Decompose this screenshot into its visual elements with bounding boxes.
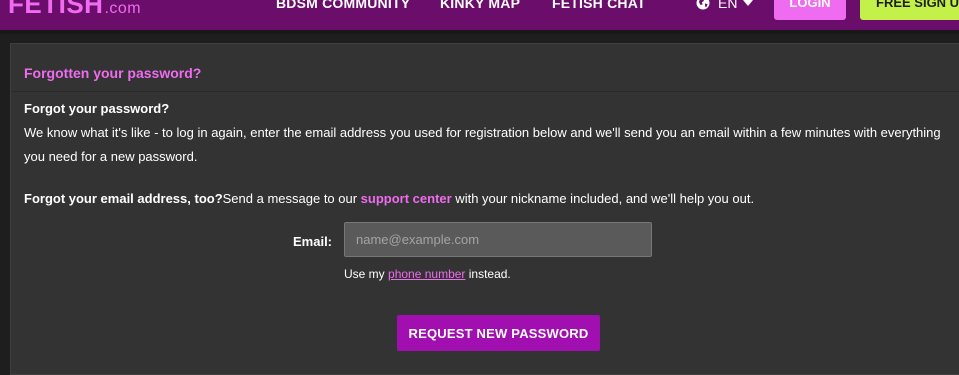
nav-bdsm-community[interactable]: BDSM COMMUNITY	[276, 0, 410, 12]
phone-alternative-line: Use my phone number instead.	[344, 266, 511, 282]
title-divider	[11, 91, 959, 92]
phone-before-text: Use my	[344, 267, 389, 281]
support-center-link[interactable]: support center	[361, 191, 452, 206]
header-shadow	[0, 30, 959, 34]
email-help-bold: Forgot your email address, too?	[24, 191, 223, 206]
phone-after-text: instead.	[465, 267, 511, 281]
page-title: Forgotten your password?	[24, 65, 202, 81]
password-reset-panel: Forgotten your password? Forgot your pas…	[10, 43, 959, 375]
site-logo[interactable]: FETISH.com	[8, 0, 141, 22]
login-button[interactable]: LOGIN	[774, 0, 846, 20]
top-navigation-bar: FETISH.com BDSM COMMUNITY KINKY MAP FETI…	[0, 0, 959, 30]
globe-icon	[696, 0, 710, 10]
logo-suffix-text: .com	[104, 0, 142, 17]
email-help-before: Send a message to our	[222, 191, 361, 206]
intro-heading: Forgot your password?	[24, 101, 170, 116]
free-signup-button[interactable]: FREE SIGN UP	[860, 0, 959, 20]
language-selector[interactable]: EN	[696, 0, 754, 12]
intro-text: We know what it's like - to log in again…	[24, 125, 941, 164]
intro-section: Forgot your password? We know what it's …	[24, 97, 954, 169]
email-field[interactable]	[344, 222, 652, 257]
logo-main-text: FETISH	[8, 0, 104, 19]
request-new-password-button[interactable]: REQUEST NEW PASSWORD	[397, 315, 600, 351]
language-label: EN	[718, 0, 738, 11]
chevron-down-icon	[743, 0, 754, 7]
nav-kinky-map[interactable]: KINKY MAP	[440, 0, 520, 12]
email-help-paragraph: Forgot your email address, too?Send a me…	[24, 187, 954, 211]
email-label: Email:	[293, 234, 333, 249]
nav-fetish-chat[interactable]: FETISH CHAT	[552, 0, 646, 12]
email-help-after: with your nickname included, and we'll h…	[451, 191, 755, 206]
phone-number-link[interactable]: phone number	[388, 267, 465, 281]
